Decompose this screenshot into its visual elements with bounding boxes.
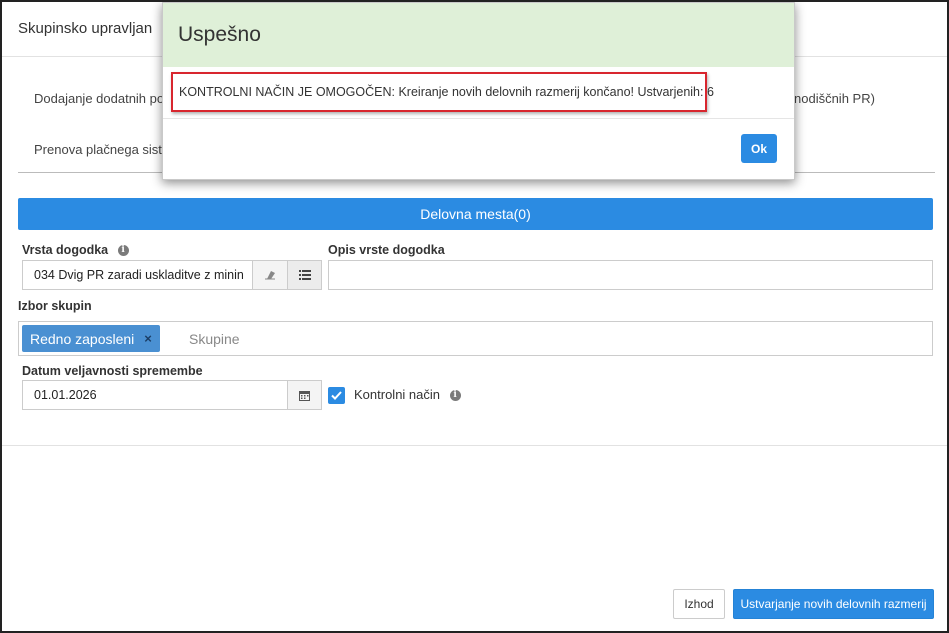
- event-desc-input[interactable]: [328, 260, 933, 290]
- page-title: Skupinsko upravljan: [18, 20, 153, 37]
- modal-title: Uspešno: [178, 23, 261, 46]
- date-input[interactable]: 01.01.2026: [22, 380, 288, 410]
- list-icon: [298, 270, 311, 280]
- create-employment-button[interactable]: Ustvarjanje novih delovnih razmerij: [733, 589, 934, 619]
- date-picker-button[interactable]: [287, 380, 322, 410]
- group-tag: Redno zaposleni ×: [22, 325, 160, 352]
- option-renew-pay-system[interactable]: Prenova plačnega siste: [34, 142, 169, 157]
- control-mode-label: Kontrolni način: [354, 387, 440, 402]
- event-type-label-row: Vrsta dogodka i: [22, 243, 129, 257]
- success-modal: Uspešno KONTROLNI NAČIN JE OMOGOČEN: Kre…: [162, 2, 795, 180]
- calendar-icon: [299, 390, 310, 401]
- groups-search-input[interactable]: Skupine: [189, 331, 240, 347]
- check-icon: [331, 391, 342, 400]
- exit-button[interactable]: Izhod: [673, 589, 725, 619]
- group-tag-label: Redno zaposleni: [30, 330, 135, 347]
- event-type-label: Vrsta dogodka: [22, 243, 109, 257]
- modal-ok-button[interactable]: Ok: [741, 134, 777, 163]
- info-icon[interactable]: i: [117, 245, 129, 257]
- info-icon[interactable]: i: [449, 390, 461, 402]
- clear-event-type-button[interactable]: [252, 260, 288, 290]
- remove-tag-icon[interactable]: ×: [144, 331, 152, 346]
- modal-divider: [163, 118, 794, 119]
- modal-message: KONTROLNI NAČIN JE OMOGOČEN: Kreiranje n…: [171, 72, 714, 112]
- positions-bar-label: Delovna mesta(0): [420, 206, 531, 222]
- event-desc-label: Opis vrste dogodka: [328, 243, 445, 257]
- option-add-additional[interactable]: Dodajanje dodatnih po: [34, 91, 164, 106]
- control-mode-row: Kontrolni način i: [354, 387, 461, 402]
- event-type-input[interactable]: 034 Dvig PR zaradi uskladitve z minin: [22, 260, 253, 290]
- option-add-additional-tail[interactable]: nodiščnih PR): [794, 91, 875, 106]
- date-label: Datum veljavnosti spremembe: [22, 364, 203, 378]
- choose-event-type-button[interactable]: [287, 260, 322, 290]
- app-window: Skupinsko upravljan Dodajanje dodatnih p…: [0, 0, 949, 633]
- groups-label: Izbor skupin: [18, 299, 92, 313]
- groups-select[interactable]: Redno zaposleni × Skupine: [18, 321, 933, 356]
- form-divider: [2, 445, 947, 446]
- control-mode-checkbox[interactable]: [328, 387, 345, 404]
- positions-bar[interactable]: Delovna mesta(0): [18, 198, 933, 230]
- modal-header: Uspešno: [163, 3, 794, 67]
- eraser-icon: [265, 271, 275, 280]
